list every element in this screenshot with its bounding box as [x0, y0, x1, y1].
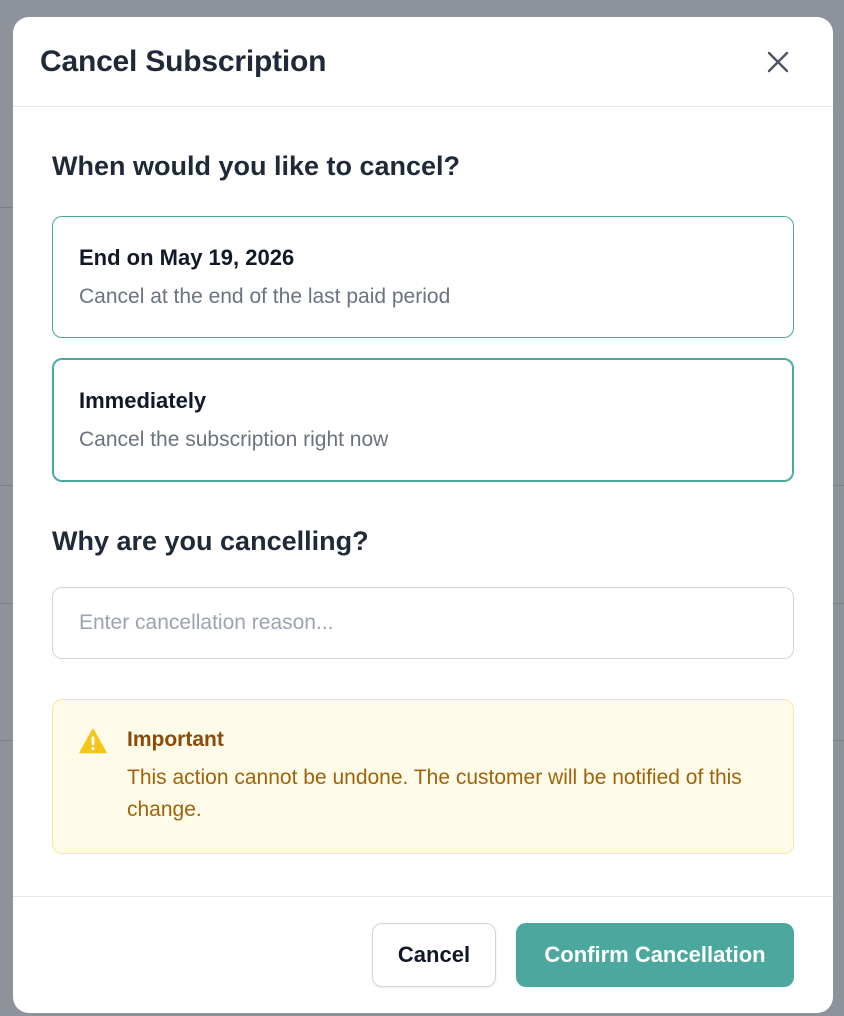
background-divider	[833, 603, 844, 604]
option-title: End on May 19, 2026	[79, 245, 295, 270]
cancel-button[interactable]: Cancel	[372, 923, 496, 987]
confirm-cancellation-button[interactable]: Confirm Cancellation	[516, 923, 794, 987]
warning-content: Important This action cannot be undone. …	[127, 728, 767, 853]
when-section-title: When would you like to cancel?	[52, 151, 461, 181]
background-divider	[0, 207, 13, 208]
option-end-of-period[interactable]: End on May 19, 2026 Cancel at the end of…	[52, 216, 794, 338]
close-icon	[767, 51, 789, 72]
option-immediately[interactable]: Immediately Cancel the subscription righ…	[52, 358, 794, 482]
modal-body: When would you like to cancel? End on Ma…	[13, 107, 833, 854]
option-description: Cancel at the end of the last paid perio…	[79, 285, 451, 308]
background-divider	[0, 740, 13, 741]
background-divider	[833, 485, 844, 486]
option-description: Cancel the subscription right now	[79, 428, 389, 451]
background-divider	[833, 740, 844, 741]
why-section-title: Why are you cancelling?	[52, 526, 369, 556]
warning-box: Important This action cannot be undone. …	[52, 699, 794, 854]
option-title: Immediately	[79, 388, 207, 413]
close-button[interactable]	[763, 47, 793, 77]
cancel-subscription-modal: Cancel Subscription When would you like …	[13, 17, 833, 1013]
warning-icon	[79, 728, 107, 853]
modal-footer: Cancel Confirm Cancellation	[13, 896, 833, 1013]
background-divider	[0, 485, 13, 486]
warning-title: Important	[127, 728, 224, 751]
modal-header: Cancel Subscription	[13, 17, 833, 107]
cancellation-reason-input[interactable]	[52, 587, 794, 659]
background-divider	[0, 603, 13, 604]
warning-text: This action cannot be undone. The custom…	[127, 766, 742, 821]
modal-title: Cancel Subscription	[40, 44, 327, 78]
